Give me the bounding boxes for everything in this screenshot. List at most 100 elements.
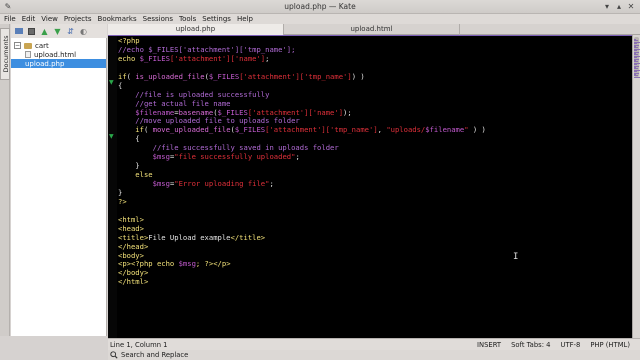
documents-side-tab[interactable]: Documents xyxy=(0,28,10,80)
code-token: File Upload example xyxy=(148,232,231,242)
code-token: ['attachment']['name'] xyxy=(169,53,266,63)
code-token: <head> xyxy=(118,223,144,233)
code-token: $_FILES xyxy=(208,71,240,81)
code-token: <p><?php echo xyxy=(118,259,179,269)
code-token: } xyxy=(118,161,140,171)
arrow-up-icon[interactable]: ▲ xyxy=(39,26,50,36)
code-token: //move uploaded file to uploads folder xyxy=(118,116,300,126)
code-token: move_uploaded_file xyxy=(152,125,231,135)
code-line: </html> xyxy=(118,277,486,287)
code-token: //file is uploaded successfully xyxy=(118,89,270,99)
code-token: basename xyxy=(178,107,214,117)
minimize-icon[interactable]: ▾ xyxy=(602,2,612,12)
fold-icon[interactable]: ▼ xyxy=(109,79,116,86)
code-line: ?> xyxy=(118,196,486,207)
tree-item-label: upload.html xyxy=(34,50,77,59)
code-token: $msg xyxy=(178,259,196,269)
menu-file[interactable]: File xyxy=(4,15,16,23)
code-token: $_FILES xyxy=(139,53,170,63)
menu-bar: File Edit View Projects Bookmarks Sessio… xyxy=(0,14,640,24)
code-token: $filename xyxy=(118,107,175,117)
code-line: echo $_FILES['attachment']['name']; xyxy=(118,53,486,64)
tab-upload-php[interactable]: upload.php xyxy=(108,24,284,35)
code-line: if( move_uploaded_file($_FILES['attachme… xyxy=(118,125,486,135)
documents-tab-label: Documents xyxy=(2,35,10,73)
encoding[interactable]: UTF-8 xyxy=(560,341,580,349)
documents-list: − cart upload.html upload.php xyxy=(11,38,107,336)
status-bar: Line 1, Column 1 INSERT Soft Tabs: 4 UTF… xyxy=(108,338,640,350)
code-token: //echo $_FILES['attachment']['tmp_name']… xyxy=(118,44,296,54)
code-token: echo xyxy=(118,53,140,63)
code-editor[interactable]: ▼ ▼ <?php//echo $_FILES['attachment']['t… xyxy=(108,35,632,338)
sort-icon[interactable]: ⇵ xyxy=(65,26,76,36)
code-token: else xyxy=(118,170,153,180)
code-token: ; ?></p> xyxy=(195,259,231,269)
menu-sessions[interactable]: Sessions xyxy=(143,15,173,23)
tab-upload-html[interactable]: upload.html xyxy=(284,24,460,35)
code-content: <?php//echo $_FILES['attachment']['tmp_n… xyxy=(118,36,486,287)
code-line: <html> xyxy=(118,215,486,225)
tree-item-upload-php[interactable]: upload.php xyxy=(11,59,106,68)
editor-gutter: ▼ ▼ xyxy=(108,36,117,338)
code-line: if( is_uploaded_file($_FILES['attachment… xyxy=(118,71,486,82)
window-title: upload.php — Kate xyxy=(284,2,356,11)
code-token: <?php xyxy=(118,36,140,45)
code-token: ; xyxy=(269,179,274,188)
code-token: ['attachment']['name'] xyxy=(247,107,344,117)
menu-projects[interactable]: Projects xyxy=(64,15,92,23)
input-mode[interactable]: INSERT xyxy=(477,341,501,349)
filter-icon[interactable]: ◐ xyxy=(78,26,89,36)
code-line: $msg="Error uploading file"; xyxy=(118,179,486,189)
code-token: //file successfully saved in uploads fol… xyxy=(118,143,339,153)
menu-view[interactable]: View xyxy=(41,15,58,23)
search-and-replace-button[interactable]: Search and Replace xyxy=(121,351,188,359)
fold-icon[interactable]: ▼ xyxy=(109,133,116,140)
code-token: if xyxy=(118,125,144,135)
editor-scrollbar[interactable] xyxy=(632,35,640,338)
bottom-toolbar: Search and Replace xyxy=(108,350,640,360)
code-token: ; xyxy=(295,152,300,162)
code-token: $filename xyxy=(425,125,465,135)
code-token: <body> xyxy=(118,250,144,260)
code-line: </head> xyxy=(118,241,486,252)
folder-icon xyxy=(24,42,32,49)
file-icon xyxy=(25,51,31,58)
folder-icon[interactable] xyxy=(13,26,24,36)
code-token: is_uploaded_file xyxy=(135,71,205,81)
menu-help[interactable]: Help xyxy=(237,15,253,23)
code-token: </head> xyxy=(118,241,149,251)
maximize-icon[interactable]: ▴ xyxy=(614,2,624,12)
title-bar: ✎ upload.php — Kate ▾ ▴ ✕ xyxy=(0,0,640,14)
syntax-mode[interactable]: PHP (HTML) xyxy=(590,341,630,349)
side-tab-strip: Documents xyxy=(0,24,10,336)
collapse-icon[interactable]: − xyxy=(14,42,21,49)
close-icon[interactable]: ✕ xyxy=(626,2,636,12)
tab-settings[interactable]: Soft Tabs: 4 xyxy=(511,341,550,349)
cursor-position[interactable]: Line 1, Column 1 xyxy=(110,341,477,349)
code-token: , xyxy=(377,125,387,135)
menu-edit[interactable]: Edit xyxy=(22,15,36,23)
code-token: <title> xyxy=(118,232,149,242)
search-icon xyxy=(110,351,118,359)
code-token: ['attachment']['tmp_name'] xyxy=(265,125,378,135)
tree-item-cart[interactable]: − cart xyxy=(11,41,106,50)
tree-item-label: cart xyxy=(35,41,49,50)
documents-toolbar: ▲ ▼ ⇵ ◐ xyxy=(11,24,107,38)
tree-item-label: upload.php xyxy=(25,59,65,68)
code-line: <title>File Upload example</title> xyxy=(118,232,486,243)
code-line: } xyxy=(118,188,486,198)
code-token: ; xyxy=(265,53,270,63)
code-token: </title> xyxy=(230,232,266,242)
code-line: } xyxy=(118,161,486,171)
menu-settings[interactable]: Settings xyxy=(202,15,231,23)
code-token: ?> xyxy=(118,196,127,206)
code-token: //get actual file name xyxy=(118,98,231,108)
menu-bookmarks[interactable]: Bookmarks xyxy=(98,15,137,23)
menu-tools[interactable]: Tools xyxy=(179,15,196,23)
code-token: $_FILES xyxy=(217,107,248,117)
arrow-down-icon[interactable]: ▼ xyxy=(52,26,63,36)
tree-item-upload-html[interactable]: upload.html xyxy=(11,50,106,59)
save-icon[interactable] xyxy=(26,26,37,36)
code-token: ( xyxy=(126,71,136,81)
